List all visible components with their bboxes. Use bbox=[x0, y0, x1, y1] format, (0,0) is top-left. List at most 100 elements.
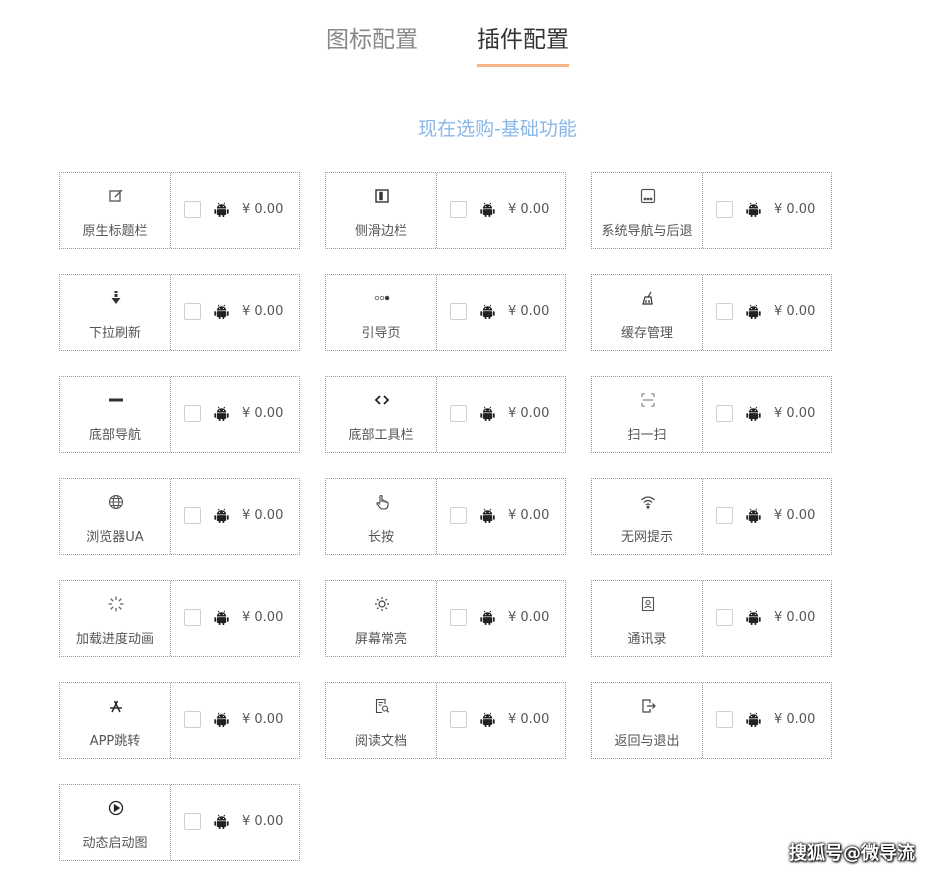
section-title: 现在选购-基础功能 bbox=[418, 118, 577, 140]
plugin-name: 侧滑边栏 bbox=[354, 224, 407, 239]
plugin-info: 扫一扫 bbox=[592, 377, 703, 452]
plugin-checkbox[interactable] bbox=[184, 813, 201, 830]
plugin-card: 扫一扫 ¥ 0.00 bbox=[591, 376, 832, 453]
plugin-checkbox[interactable] bbox=[716, 609, 733, 626]
scan-icon bbox=[592, 389, 703, 411]
plugin-checkbox[interactable] bbox=[184, 405, 201, 422]
plugin-name: 屏幕常亮 bbox=[354, 632, 407, 647]
plugin-info: 底部工具栏 bbox=[326, 377, 437, 452]
plugin-price: ¥ 0.00 bbox=[242, 304, 284, 319]
plugin-card: 系统导航与后退 ¥ 0.00 bbox=[591, 172, 832, 249]
android-icon bbox=[213, 609, 230, 627]
android-icon bbox=[213, 303, 230, 321]
plugin-card: 无网提示 ¥ 0.00 bbox=[591, 478, 832, 555]
tab-icon-config[interactable]: 图标配置 bbox=[326, 22, 418, 64]
plugin-price: ¥ 0.00 bbox=[774, 508, 816, 523]
plugin-card: 返回与退出 ¥ 0.00 bbox=[591, 682, 832, 759]
plugin-name: 扫一扫 bbox=[627, 428, 667, 443]
plugin-checkbox[interactable] bbox=[716, 303, 733, 320]
plugin-info: 底部导航 bbox=[60, 377, 171, 452]
app-store-icon bbox=[60, 695, 171, 717]
plugin-price: ¥ 0.00 bbox=[774, 406, 816, 421]
android-icon bbox=[213, 711, 230, 729]
plugin-price: ¥ 0.00 bbox=[508, 202, 550, 217]
android-icon bbox=[745, 201, 762, 219]
plugin-card: 屏幕常亮 ¥ 0.00 bbox=[325, 580, 566, 657]
code-icon bbox=[326, 389, 437, 411]
plugin-checkbox[interactable] bbox=[450, 405, 467, 422]
android-icon bbox=[745, 405, 762, 423]
plugin-info: 阅读文档 bbox=[326, 683, 437, 758]
android-icon bbox=[745, 711, 762, 729]
sidebar-icon bbox=[326, 185, 437, 207]
android-icon bbox=[213, 813, 230, 831]
plugin-info: 屏幕常亮 bbox=[326, 581, 437, 656]
plugin-checkbox[interactable] bbox=[184, 303, 201, 320]
plugin-price: ¥ 0.00 bbox=[242, 610, 284, 625]
plugin-price: ¥ 0.00 bbox=[508, 304, 550, 319]
android-icon bbox=[745, 609, 762, 627]
plugin-checkbox[interactable] bbox=[184, 711, 201, 728]
plugin-info: 缓存管理 bbox=[592, 275, 703, 350]
plugin-checkbox[interactable] bbox=[184, 507, 201, 524]
plugin-price: ¥ 0.00 bbox=[774, 712, 816, 727]
plugin-card: 加载进度动画 ¥ 0.00 bbox=[59, 580, 300, 657]
plugin-checkbox[interactable] bbox=[716, 405, 733, 422]
android-icon bbox=[479, 405, 496, 423]
plugin-checkbox[interactable] bbox=[716, 507, 733, 524]
plugin-price: ¥ 0.00 bbox=[242, 202, 284, 217]
exit-icon bbox=[592, 695, 703, 717]
play-icon bbox=[60, 797, 171, 819]
plugin-checkbox[interactable] bbox=[450, 201, 467, 218]
plugin-name: 引导页 bbox=[361, 326, 401, 341]
broom-icon bbox=[592, 287, 703, 309]
plugin-name: 无网提示 bbox=[620, 530, 673, 545]
android-icon bbox=[213, 507, 230, 525]
android-icon bbox=[479, 507, 496, 525]
plugin-card: 长按 ¥ 0.00 bbox=[325, 478, 566, 555]
plugin-checkbox[interactable] bbox=[450, 711, 467, 728]
plugin-info: APP跳转 bbox=[60, 683, 171, 758]
android-icon bbox=[479, 201, 496, 219]
android-icon bbox=[213, 405, 230, 423]
plugin-checkbox[interactable] bbox=[450, 609, 467, 626]
plugin-info: 下拉刷新 bbox=[60, 275, 171, 350]
plugin-name: 浏览器UA bbox=[86, 530, 144, 545]
plugin-checkbox[interactable] bbox=[716, 711, 733, 728]
plugin-checkbox[interactable] bbox=[184, 609, 201, 626]
plugin-price: ¥ 0.00 bbox=[508, 610, 550, 625]
plugin-card: 下拉刷新 ¥ 0.00 bbox=[59, 274, 300, 351]
plugin-price: ¥ 0.00 bbox=[774, 202, 816, 217]
watermark: 搜狐号@微导流 bbox=[789, 843, 915, 864]
plugin-info: 动态启动图 bbox=[60, 785, 171, 860]
plugin-info: 原生标题栏 bbox=[60, 173, 171, 248]
plugin-checkbox[interactable] bbox=[450, 303, 467, 320]
plugin-checkbox[interactable] bbox=[450, 507, 467, 524]
plugin-info: 侧滑边栏 bbox=[326, 173, 437, 248]
plugin-name: 通讯录 bbox=[627, 632, 667, 647]
plugin-name: 返回与退出 bbox=[614, 734, 680, 749]
plugin-card: 动态启动图 ¥ 0.00 bbox=[59, 784, 300, 861]
plugin-name: APP跳转 bbox=[89, 734, 141, 749]
plugin-card: 引导页 ¥ 0.00 bbox=[325, 274, 566, 351]
tab-plugin-config[interactable]: 插件配置 bbox=[477, 22, 569, 67]
android-icon bbox=[479, 303, 496, 321]
plugin-name: 系统导航与后退 bbox=[601, 224, 693, 239]
edit-icon bbox=[60, 185, 171, 207]
plugin-card: 底部导航 ¥ 0.00 bbox=[59, 376, 300, 453]
android-icon bbox=[479, 609, 496, 627]
plugin-checkbox[interactable] bbox=[716, 201, 733, 218]
plugin-card: 底部工具栏 ¥ 0.00 bbox=[325, 376, 566, 453]
plugin-info: 返回与退出 bbox=[592, 683, 703, 758]
plugin-price: ¥ 0.00 bbox=[774, 304, 816, 319]
plugin-card: 原生标题栏 ¥ 0.00 bbox=[59, 172, 300, 249]
plugin-name: 底部工具栏 bbox=[348, 428, 414, 443]
plugin-checkbox[interactable] bbox=[184, 201, 201, 218]
plugin-price: ¥ 0.00 bbox=[508, 712, 550, 727]
android-icon bbox=[479, 711, 496, 729]
plugin-info: 浏览器UA bbox=[60, 479, 171, 554]
sun-icon bbox=[326, 593, 437, 615]
plugin-price: ¥ 0.00 bbox=[242, 814, 284, 829]
android-icon bbox=[745, 507, 762, 525]
plugin-price: ¥ 0.00 bbox=[242, 406, 284, 421]
